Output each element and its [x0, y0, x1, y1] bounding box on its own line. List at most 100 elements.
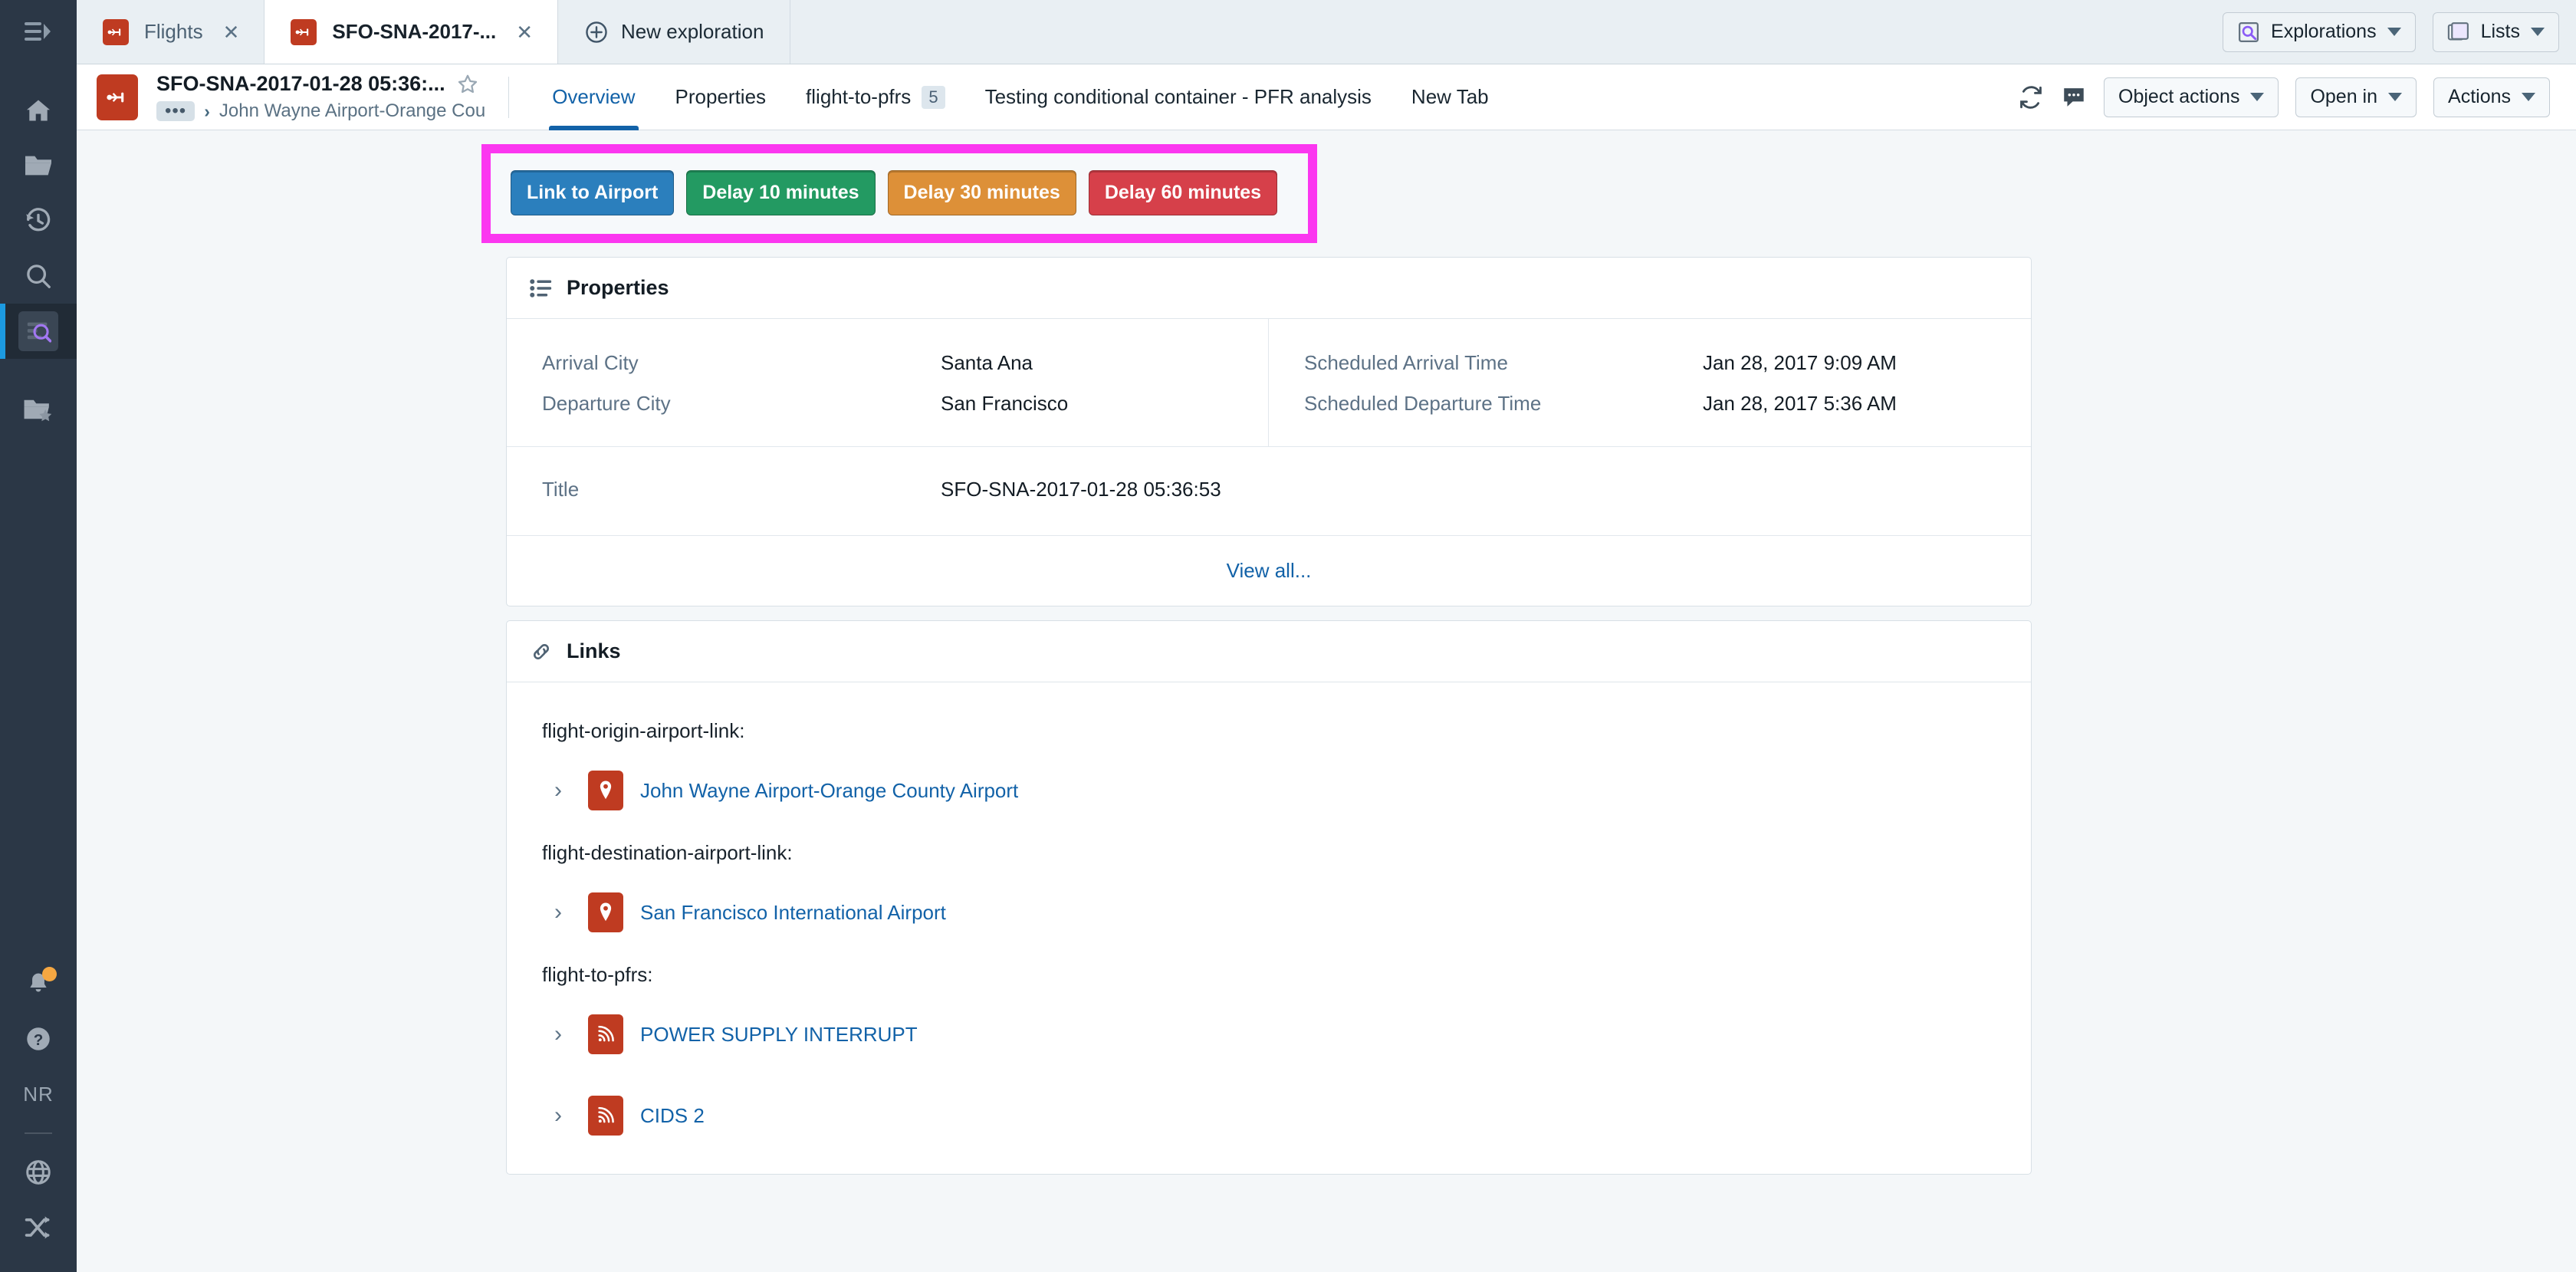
exploration-search-icon	[2237, 21, 2260, 44]
rail-item-home[interactable]	[0, 83, 77, 138]
collapse-sidebar-button[interactable]	[0, 0, 77, 64]
rail-item-help[interactable]: ?	[0, 1011, 77, 1067]
actions-label: Actions	[2448, 86, 2511, 107]
tabstrip-right-group: Explorations Lists	[2206, 0, 2576, 64]
list-item[interactable]: › CIDS 2	[542, 1085, 1996, 1146]
refresh-icon[interactable]	[2018, 84, 2044, 110]
property-value: Jan 28, 2017 9:09 AM	[1703, 351, 1897, 374]
link-object-name[interactable]: John Wayne Airport-Orange County Airport	[640, 779, 1018, 803]
help-icon: ?	[24, 1024, 53, 1053]
rail-item-explorations[interactable]	[0, 304, 77, 359]
list-item[interactable]: › POWER SUPPLY INTERRUPT	[542, 1004, 1996, 1065]
chevron-right-icon[interactable]: ›	[554, 779, 571, 802]
avatar-initials: NR	[23, 1082, 54, 1106]
property-row: Scheduled Arrival Time Jan 28, 2017 9:09…	[1304, 351, 1996, 375]
action-button-row: Link to Airport Delay 10 minutes Delay 3…	[511, 170, 1288, 215]
open-in-label: Open in	[2310, 86, 2378, 107]
link-object-name[interactable]: CIDS 2	[640, 1104, 705, 1128]
breadcrumb-ellipsis-button[interactable]: •••	[156, 101, 196, 121]
search-icon	[24, 261, 53, 291]
chevron-right-icon[interactable]: ›	[554, 1104, 571, 1127]
new-exploration-label: New exploration	[621, 20, 764, 43]
properties-card: Properties Arrival City Santa Ana Depart…	[506, 257, 2032, 606]
property-value: Santa Ana	[941, 351, 1033, 374]
rail-item-folder[interactable]	[0, 138, 77, 193]
notification-badge	[42, 967, 57, 981]
lists-button-label: Lists	[2480, 21, 2520, 42]
link-object-name[interactable]: POWER SUPPLY INTERRUPT	[640, 1023, 918, 1047]
browser-tab-sfo-sna[interactable]: SFO-SNA-2017-... ✕	[264, 0, 558, 64]
rail-divider	[25, 1132, 52, 1134]
delay-60-minutes-button[interactable]: Delay 60 minutes	[1088, 170, 1278, 215]
explorations-button[interactable]: Explorations	[2223, 12, 2416, 52]
links-body: flight-origin-airport-link: › John Wayne…	[507, 682, 2031, 1174]
comment-icon[interactable]	[2061, 84, 2087, 110]
link-to-airport-button[interactable]: Link to Airport	[511, 170, 675, 215]
rail-item-globe[interactable]	[0, 1145, 77, 1200]
chevron-right-icon[interactable]: ›	[554, 1023, 571, 1046]
new-exploration-button[interactable]: New exploration	[558, 0, 791, 64]
view-all-link[interactable]: View all...	[1227, 559, 1312, 583]
rail-item-notifications[interactable]	[0, 956, 77, 1011]
list-icon	[530, 278, 553, 298]
highlighted-action-container: Link to Airport Delay 10 minutes Delay 3…	[481, 144, 1317, 243]
explorations-button-label: Explorations	[2271, 21, 2377, 42]
breadcrumb-current[interactable]: John Wayne Airport-Orange Cou	[219, 100, 485, 122]
rail-item-user-avatar[interactable]: NR	[0, 1067, 77, 1122]
tab-properties[interactable]: Properties	[656, 64, 787, 130]
rail-item-folder-star[interactable]	[0, 382, 77, 437]
link-group-label: flight-destination-airport-link:	[542, 841, 793, 864]
object-header: SFO-SNA-2017-01-28 05:36:... ••• › John …	[77, 64, 2576, 130]
tab-label: Overview	[552, 85, 636, 108]
svg-text:?: ?	[34, 1031, 44, 1049]
object-actions-label: Object actions	[2118, 86, 2240, 107]
map-pin-icon	[588, 771, 623, 810]
header-actions: Object actions Open in Actions	[2018, 77, 2550, 117]
rail-item-history[interactable]	[0, 193, 77, 248]
properties-card-header: Properties	[507, 258, 2031, 319]
properties-grid: Arrival City Santa Ana Departure City Sa…	[507, 319, 2031, 446]
properties-card-title: Properties	[567, 276, 669, 299]
tab-testing-conditional-container[interactable]: Testing conditional container - PFR anal…	[965, 64, 1392, 130]
tab-flight-to-pfrs[interactable]: flight-to-pfrs 5	[786, 64, 965, 130]
object-view-tabs: Overview Properties flight-to-pfrs 5 Tes…	[532, 64, 1508, 130]
browser-tab-label: Flights	[144, 20, 203, 43]
folder-star-icon	[23, 396, 54, 422]
delay-30-minutes-button[interactable]: Delay 30 minutes	[887, 170, 1076, 215]
tabstrip-spacer	[790, 0, 2206, 64]
list-item[interactable]: › San Francisco International Airport	[542, 882, 1996, 943]
open-in-button[interactable]: Open in	[2295, 77, 2417, 117]
links-card-title: Links	[567, 639, 621, 662]
tab-new-tab[interactable]: New Tab	[1392, 64, 1509, 130]
tab-label: flight-to-pfrs	[806, 85, 912, 108]
signal-icon	[588, 1096, 623, 1136]
link-object-name[interactable]: San Francisco International Airport	[640, 901, 946, 925]
property-key: Arrival City	[542, 351, 639, 374]
flight-object-icon	[291, 18, 317, 45]
rail-item-shuffle[interactable]	[0, 1200, 77, 1255]
property-row: Title SFO-SNA-2017-01-28 05:36:53	[542, 478, 1996, 501]
list-item[interactable]: › John Wayne Airport-Orange County Airpo…	[542, 760, 1996, 821]
lists-button[interactable]: Lists	[2432, 12, 2559, 52]
home-icon	[24, 97, 53, 124]
rail-item-search[interactable]	[0, 248, 77, 304]
star-outline-icon[interactable]	[456, 73, 479, 96]
object-actions-button[interactable]: Object actions	[2104, 77, 2279, 117]
globe-icon	[24, 1158, 53, 1187]
map-pin-icon	[588, 892, 623, 932]
chevron-down-icon	[2531, 28, 2545, 36]
close-icon[interactable]: ✕	[511, 19, 537, 45]
browser-tab-strip: Flights ✕ SFO-SNA-2017-... ✕ New explora…	[77, 0, 2576, 64]
tab-label: New Tab	[1411, 85, 1489, 108]
app-root: ? NR Flights ✕ SFO-SNA-2017-... ✕ New ex…	[0, 0, 2576, 1272]
page-title: SFO-SNA-2017-01-28 05:36:...	[156, 72, 445, 95]
chevron-down-icon	[2250, 93, 2265, 101]
delay-10-minutes-button[interactable]: Delay 10 minutes	[686, 170, 876, 215]
browser-tab-flights[interactable]: Flights ✕	[77, 0, 265, 64]
close-icon[interactable]: ✕	[219, 19, 245, 45]
property-key: Title	[542, 478, 580, 501]
actions-button[interactable]: Actions	[2433, 77, 2550, 117]
property-key: Scheduled Departure Time	[1304, 392, 1542, 415]
tab-overview[interactable]: Overview	[532, 64, 655, 130]
chevron-right-icon[interactable]: ›	[554, 901, 571, 924]
